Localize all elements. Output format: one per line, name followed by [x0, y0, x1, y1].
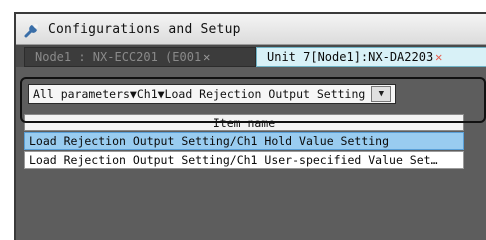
window-titlebar: Configurations and Setup: [16, 14, 486, 45]
configurations-window: Configurations and Setup Node1 : NX-ECC2…: [14, 12, 486, 240]
wrench-icon: [22, 18, 44, 40]
tab-node1-label: Node1 : NX-ECC201 (E001: [35, 50, 202, 64]
chevron-down-icon: ▼: [378, 89, 385, 99]
close-icon[interactable]: ✕: [435, 50, 442, 64]
breadcrumb-text: All parameters▼Ch1▼Load Rejection Output…: [33, 87, 366, 101]
column-header-item-name[interactable]: Item name: [24, 114, 464, 131]
parameter-panel: All parameters▼Ch1▼Load Rejection Output…: [16, 67, 486, 240]
tab-unit7-label: Unit 7[Node1]:NX-DA2203: [267, 50, 434, 64]
table-row-hold-value[interactable]: Load Rejection Output Setting/Ch1 Hold V…: [24, 132, 464, 150]
parameter-breadcrumb[interactable]: All parameters▼Ch1▼Load Rejection Output…: [28, 84, 397, 104]
dropdown-button[interactable]: ▼: [371, 86, 392, 102]
tab-strip: Node1 : NX-ECC201 (E001 ✕ Unit 7[Node1]:…: [16, 45, 486, 67]
tab-node1[interactable]: Node1 : NX-ECC201 (E001 ✕: [24, 47, 256, 67]
table-row-user-specified-value[interactable]: Load Rejection Output Setting/Ch1 User-s…: [24, 151, 464, 169]
close-icon[interactable]: ✕: [203, 50, 210, 64]
window-title: Configurations and Setup: [48, 21, 241, 37]
item-table: Item name Load Rejection Output Setting/…: [24, 114, 486, 174]
tab-unit7[interactable]: Unit 7[Node1]:NX-DA2203 ✕: [256, 47, 486, 67]
